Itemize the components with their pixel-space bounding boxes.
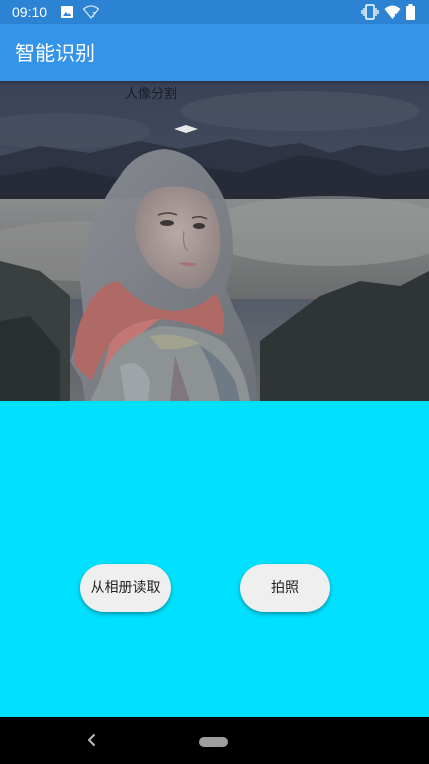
panel-label: 人像分割 [125, 87, 178, 102]
app-bar: 智能识别 [0, 24, 429, 81]
vibrate-icon [361, 4, 379, 20]
take-photo-button[interactable]: 拍照 [240, 564, 330, 612]
wifi-signal-icon [384, 5, 401, 19]
status-bar: 09:10 ? [0, 0, 429, 24]
wifi-icon: ? [83, 5, 99, 19]
portrait-segmentation-picture [0, 81, 429, 401]
image-icon [61, 6, 73, 18]
back-icon[interactable] [84, 732, 100, 748]
segmentation-result-image: 人像分割 [0, 81, 429, 401]
status-time: 09:10 [12, 4, 48, 20]
battery-icon [406, 4, 415, 20]
read-from-album-button[interactable]: 从相册读取 [80, 564, 171, 612]
navigation-bar [0, 717, 429, 764]
app-title: 智能识别 [15, 41, 95, 65]
svg-text:?: ? [92, 11, 96, 19]
home-button[interactable] [199, 737, 228, 747]
app-screen: 09:10 ? 智能识别 人像分割 从相册读取 拍照 [0, 0, 429, 764]
